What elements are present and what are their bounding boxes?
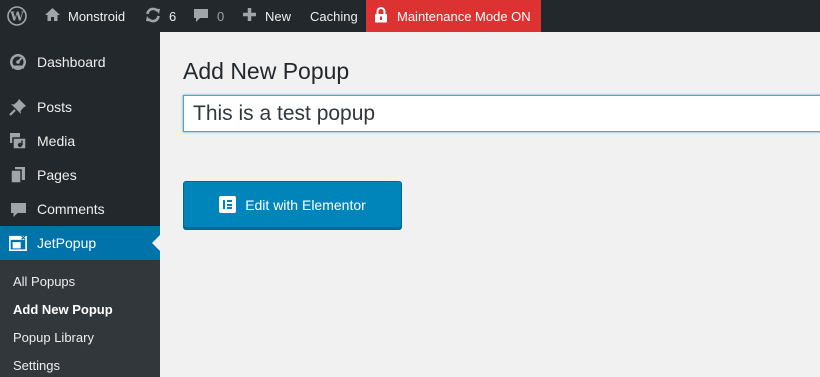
maintenance-mode-link[interactable]: Maintenance Mode ON [366,0,541,32]
sidebar-item-dashboard[interactable]: Dashboard [0,45,160,79]
new-label: New [265,8,292,24]
caching-label: Caching [310,8,358,24]
sidebar-item-label: Comments [37,201,105,217]
plus-icon [242,7,257,25]
media-icon [9,132,27,150]
lock-icon [374,6,388,26]
new-content-link[interactable]: New [242,0,291,32]
site-name-link[interactable]: Monstroid [44,0,125,32]
submenu-item-popup-library[interactable]: Popup Library [13,330,94,345]
comments-link[interactable]: 0 [193,0,224,32]
wordpress-logo-icon[interactable]: W [7,0,27,32]
page-title: Add New Popup [183,58,350,84]
submenu-item-all-popups[interactable]: All Popups [13,274,75,289]
sidebar-item-label: Posts [37,99,73,115]
dashboard-icon [9,53,27,71]
submenu-item-add-new-popup[interactable]: Add New Popup [13,302,113,317]
comments-count: 0 [217,8,225,24]
current-menu-arrow [152,235,160,251]
comment-icon [9,200,27,218]
pin-icon [9,98,27,116]
sidebar-item-media[interactable]: Media [0,124,160,158]
svg-text:W: W [9,10,24,24]
edit-with-elementor-label: Edit with Elementor [245,196,366,213]
edit-with-elementor-button[interactable]: Edit with Elementor [183,181,402,228]
maintenance-label: Maintenance Mode ON [397,8,531,24]
admin-sidebar: Dashboard Posts Media Pages Comments Jet… [0,32,160,377]
sidebar-item-label: Pages [37,167,77,183]
updates-icon [144,6,162,27]
sidebar-item-label: Dashboard [37,54,106,70]
updates-link[interactable]: 6 [144,0,176,32]
site-name: Monstroid [68,8,126,24]
elementor-icon [219,196,237,213]
comment-icon [193,7,209,26]
sidebar-item-label: JetPopup [37,235,97,251]
sidebar-item-pages[interactable]: Pages [0,158,160,192]
popup-title-input[interactable] [183,95,820,132]
sidebar-item-label: Media [37,133,76,149]
sidebar-item-posts[interactable]: Posts [0,90,160,124]
jetpopup-submenu: All Popups Add New Popup Popup Library S… [0,260,160,377]
pages-icon [9,166,27,184]
caching-link[interactable]: Caching [310,0,358,32]
submenu-item-settings[interactable]: Settings [13,358,60,373]
home-icon [44,7,61,25]
admin-bar: W Monstroid 6 0 New Caching Maintenance … [0,0,820,32]
sidebar-item-jetpopup[interactable]: JetPopup [0,226,160,260]
popup-icon [9,234,27,252]
sidebar-item-comments[interactable]: Comments [0,192,160,226]
updates-count: 6 [169,8,177,24]
